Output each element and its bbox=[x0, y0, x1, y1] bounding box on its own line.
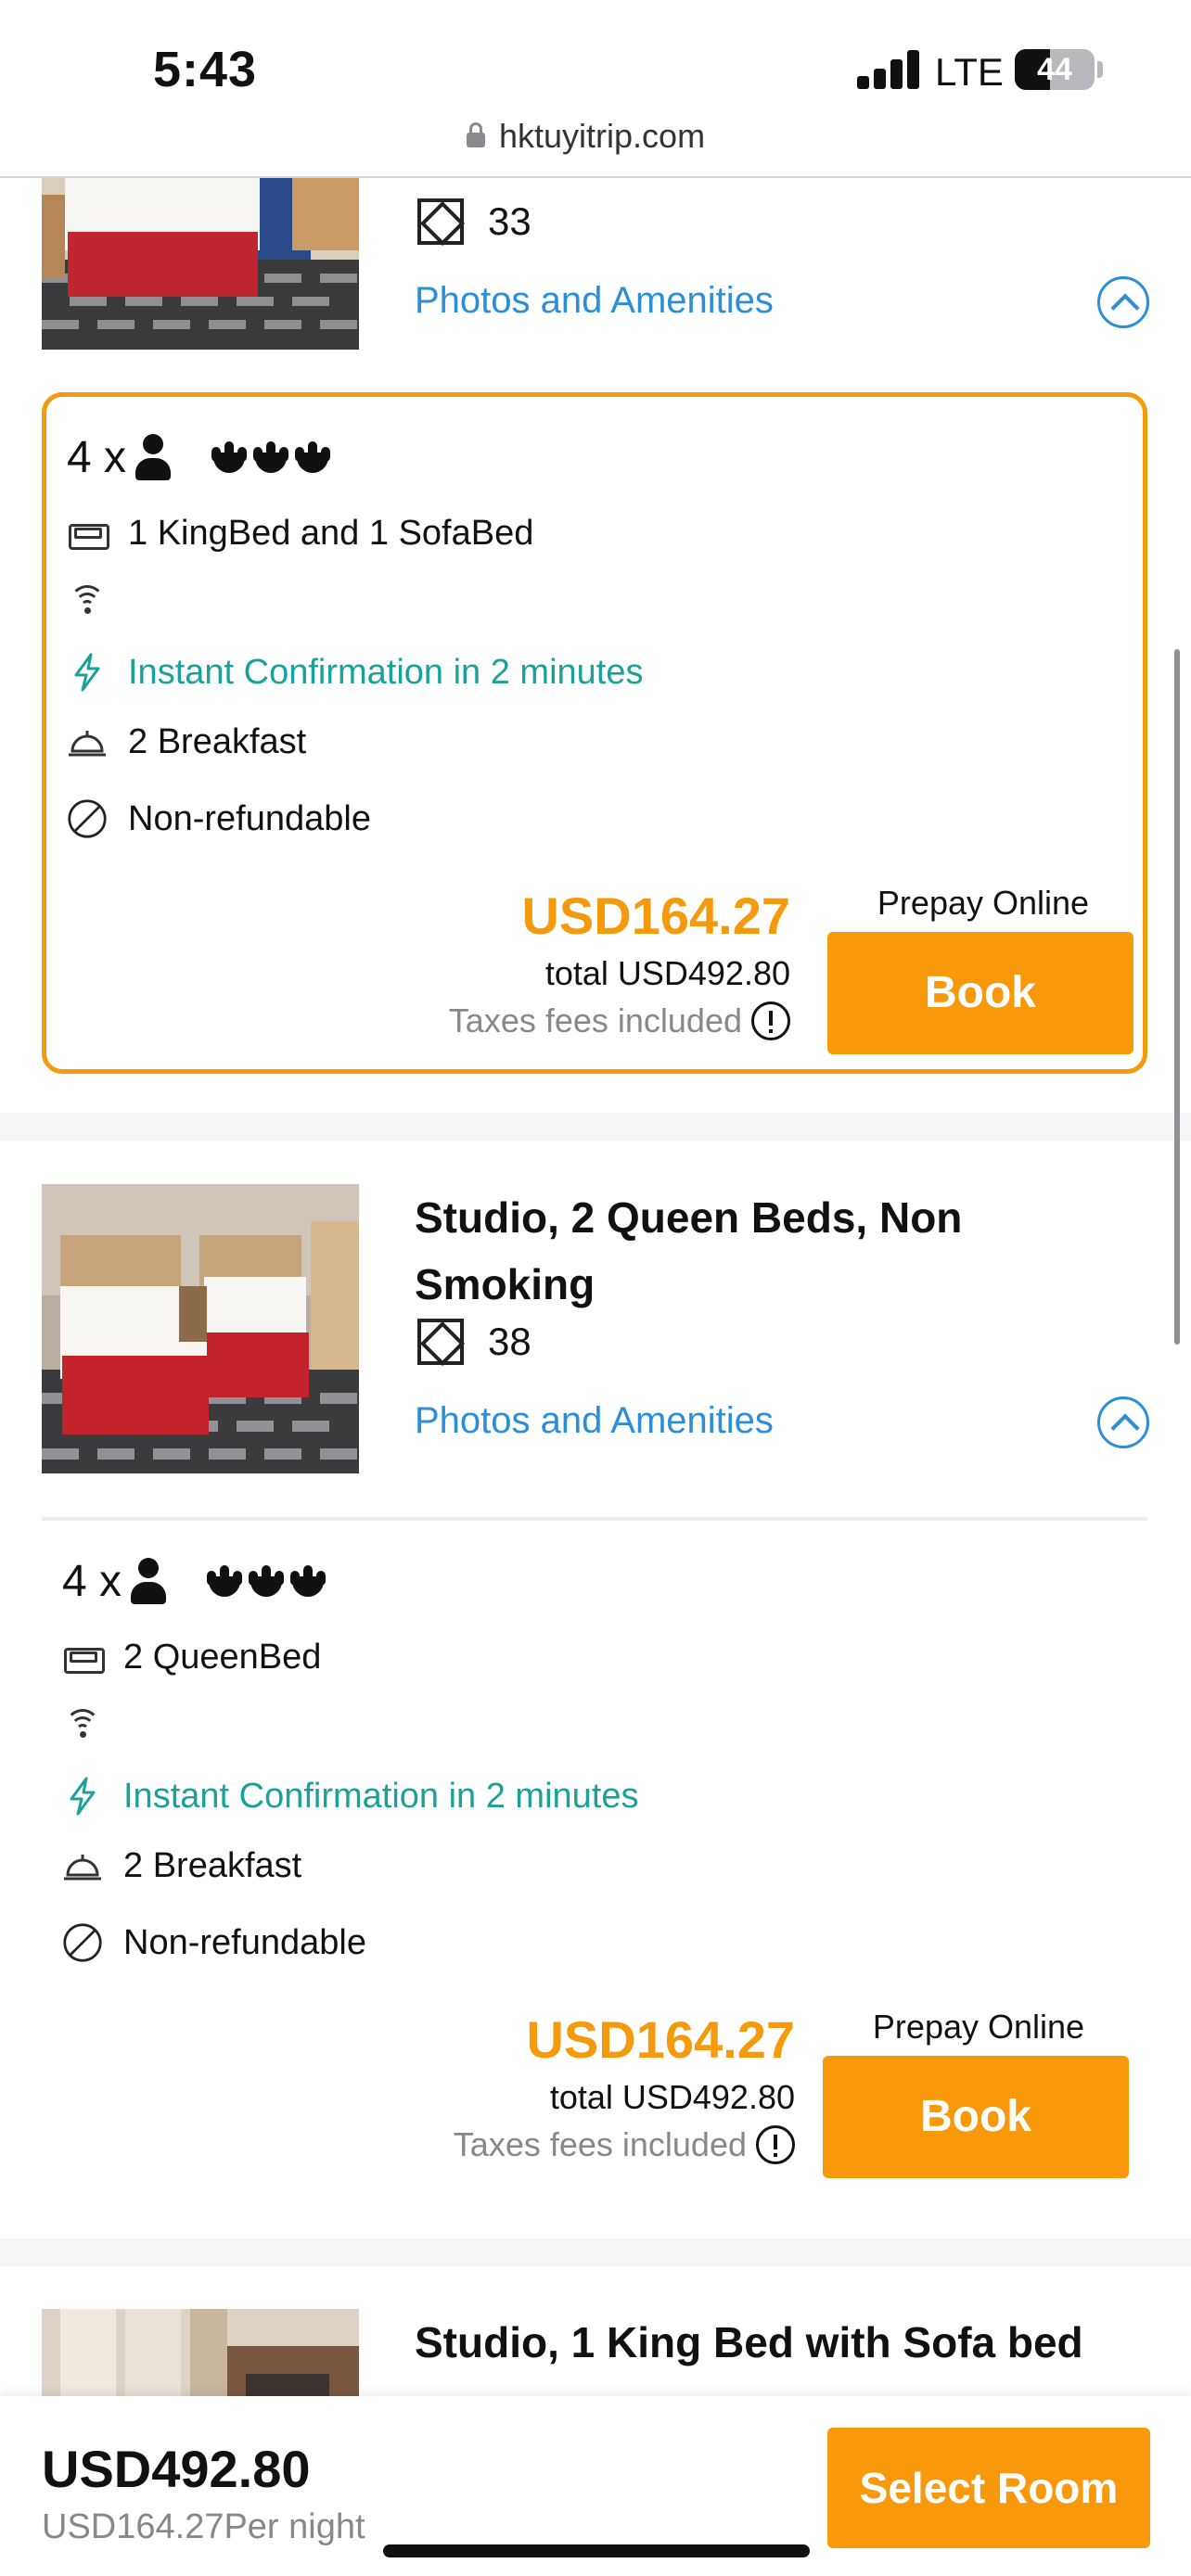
no-refund-icon bbox=[67, 798, 108, 839]
service-bell-icon bbox=[62, 1845, 103, 1886]
battery-nub bbox=[1097, 61, 1103, 78]
room-size-icon bbox=[417, 198, 464, 245]
nightly-price: USD164.27 bbox=[526, 2010, 795, 2069]
status-bar: 5:43 LTE 44 bbox=[0, 0, 1191, 121]
wifi-icon bbox=[62, 1703, 103, 1744]
summary-total-price: USD492.80 bbox=[42, 2440, 311, 2498]
refund-policy: Non-refundable bbox=[62, 1922, 366, 1963]
breakfast-info: 2 Breakfast bbox=[67, 721, 306, 762]
rate-offer[interactable]: 4 x 2 QueenBed Instant Confirmation in 2… bbox=[42, 1521, 1147, 2193]
room-photo[interactable] bbox=[42, 1184, 359, 1473]
select-room-button[interactable]: Select Room bbox=[827, 2428, 1150, 2548]
room-photo[interactable] bbox=[42, 2309, 359, 2402]
refund-policy: Non-refundable bbox=[67, 798, 371, 839]
collapse-chevron-up-icon[interactable] bbox=[1097, 276, 1149, 328]
instant-confirmation: Instant Confirmation in 2 minutes bbox=[67, 652, 644, 693]
prepay-label: Prepay Online bbox=[872, 2008, 1085, 2046]
lightning-bolt-icon bbox=[67, 652, 108, 693]
meal-plan-icons bbox=[205, 1564, 330, 1599]
person-icon bbox=[134, 433, 172, 482]
breakfast-cup-icon bbox=[247, 1564, 286, 1599]
breakfast-cup-icon bbox=[210, 440, 249, 475]
occupancy-row: 4 x bbox=[67, 432, 335, 483]
section-separator bbox=[0, 2238, 1191, 2266]
instant-confirmation: Instant Confirmation in 2 minutes bbox=[62, 1776, 639, 1817]
info-icon[interactable] bbox=[751, 1001, 790, 1040]
url-text: hktuyitrip.com bbox=[499, 117, 706, 155]
battery-icon: 44 bbox=[1015, 49, 1095, 90]
meal-plan-icons bbox=[210, 440, 335, 475]
info-icon[interactable] bbox=[756, 2125, 795, 2164]
room-title[interactable]: Studio, 1 King Bed with Sofa bed bbox=[415, 2309, 1147, 2392]
bed-icon bbox=[67, 513, 109, 554]
total-price: total USD492.80 bbox=[549, 2078, 795, 2116]
bed-icon bbox=[62, 1637, 105, 1677]
room-size: 38 bbox=[417, 1319, 531, 1365]
wifi-feature bbox=[62, 1703, 123, 1744]
breakfast-cup-icon bbox=[251, 440, 290, 475]
cellular-signal-icon bbox=[857, 48, 922, 89]
summary-per-night: USD164.27Per night bbox=[42, 2507, 365, 2546]
bed-type: 2 QueenBed bbox=[62, 1637, 321, 1677]
no-refund-icon bbox=[62, 1922, 103, 1963]
breakfast-info: 2 Breakfast bbox=[62, 1845, 301, 1886]
breakfast-cup-icon bbox=[205, 1564, 244, 1599]
home-indicator[interactable] bbox=[383, 2544, 810, 2557]
breakfast-cup-icon bbox=[293, 440, 332, 475]
prepay-label: Prepay Online bbox=[877, 884, 1090, 922]
room-title[interactable]: Studio, 2 Queen Beds, Non Smoking bbox=[415, 1184, 1147, 1318]
lightning-bolt-icon bbox=[62, 1776, 103, 1817]
bottom-summary-bar: USD492.80 USD164.27Per night Select Room bbox=[0, 2396, 1191, 2576]
person-icon bbox=[129, 1557, 167, 1606]
lock-icon bbox=[467, 122, 485, 147]
room-size: 33 bbox=[417, 198, 531, 245]
section-separator bbox=[0, 1113, 1191, 1141]
taxes-note: Taxes fees included bbox=[449, 1001, 790, 1040]
photos-amenities-link[interactable]: Photos and Amenities bbox=[415, 1400, 774, 1442]
wifi-feature bbox=[67, 580, 128, 620]
wifi-icon bbox=[67, 580, 108, 620]
book-button[interactable]: Book bbox=[823, 2056, 1129, 2178]
book-button[interactable]: Book bbox=[827, 932, 1133, 1054]
breakfast-cup-icon bbox=[288, 1564, 327, 1599]
occupancy-row: 4 x bbox=[62, 1556, 330, 1607]
nightly-price: USD164.27 bbox=[521, 886, 790, 945]
bed-type: 1 KingBed and 1 SofaBed bbox=[67, 513, 533, 554]
service-bell-icon bbox=[67, 721, 108, 762]
room-size-icon bbox=[417, 1319, 464, 1365]
collapse-chevron-up-icon[interactable] bbox=[1097, 1396, 1149, 1448]
network-type: LTE bbox=[935, 50, 1004, 94]
scrollbar[interactable] bbox=[1174, 649, 1180, 1345]
address-bar[interactable]: hktuyitrip.com bbox=[0, 109, 1191, 178]
battery-percent: 44 bbox=[1037, 52, 1072, 87]
total-price: total USD492.80 bbox=[544, 954, 790, 992]
rate-offer-selected[interactable]: 4 x 1 KingBed and 1 SofaBed Instant Conf… bbox=[42, 392, 1147, 1074]
photos-amenities-link[interactable]: Photos and Amenities bbox=[415, 280, 774, 322]
taxes-note: Taxes fees included bbox=[454, 2125, 795, 2164]
status-time: 5:43 bbox=[153, 42, 258, 97]
